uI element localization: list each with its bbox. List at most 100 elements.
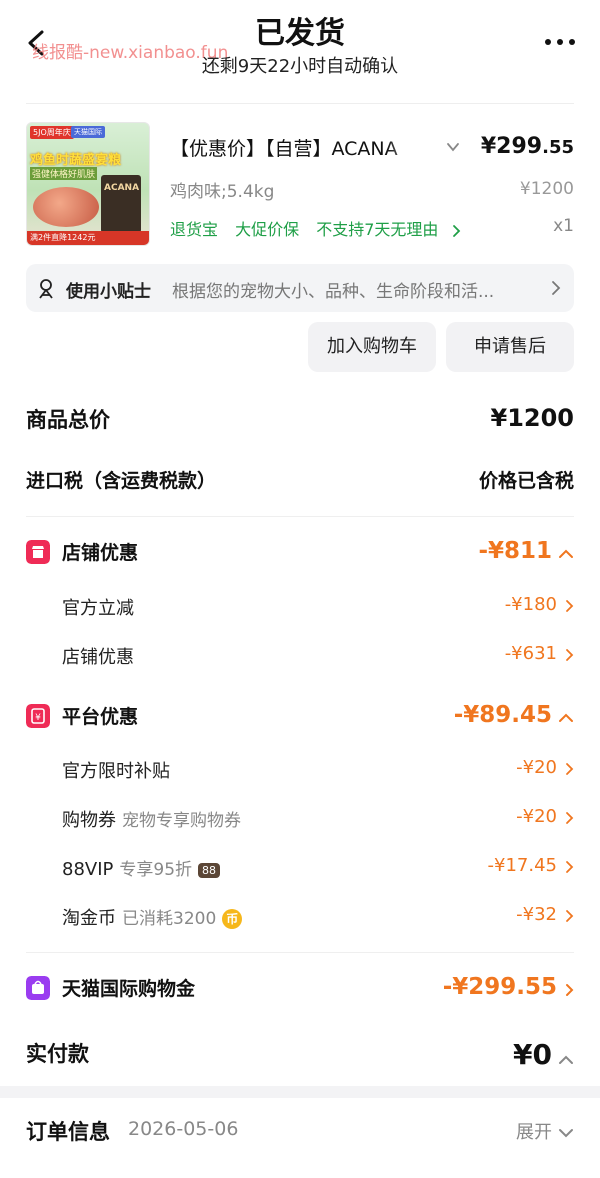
total-price-label: 商品总价 — [26, 408, 110, 432]
store-icon — [26, 540, 50, 564]
store-discount-label: 店铺优惠 — [62, 542, 139, 564]
discount-item-row[interactable]: 淘金币 已消耗3200 币 -¥32 — [26, 904, 574, 932]
thumb-tag: 天猫国际 — [71, 126, 105, 138]
more-icon[interactable] — [542, 32, 578, 52]
discount-item-value-wrap: -¥180 — [505, 594, 574, 615]
thumb-badge: 5JO周年庆 — [30, 126, 74, 139]
order-info-label: 订单信息 — [26, 1120, 110, 1144]
discount-item-value: -¥20 — [516, 757, 557, 778]
discount-item-label-wrap: 购物券 宠物专享购物券 — [26, 806, 241, 832]
service-price-protect: 大促价保 — [235, 220, 300, 239]
chevron-down-icon — [559, 1129, 573, 1138]
usage-tip-bar[interactable]: 使用小贴士 根据您的宠物大小、品种、生命阶段和活... — [26, 264, 574, 312]
divider — [26, 516, 574, 517]
discount-item-note: 专享95折 — [119, 860, 193, 880]
discount-item-value: -¥631 — [504, 643, 557, 664]
discount-item-label: 88VIP — [62, 859, 114, 880]
tmall-gold-row[interactable]: 天猫国际购物金 -¥299.55 — [26, 974, 574, 1006]
chevron-up-icon — [559, 1055, 573, 1064]
chevron-right-icon — [566, 909, 574, 922]
tip-text: 根据您的宠物大小、品种、生命阶段和活... — [172, 282, 495, 302]
discount-item-value-wrap: -¥32 — [516, 904, 574, 925]
chevron-right-icon — [552, 281, 561, 295]
after-sale-button[interactable]: 申请售后 — [446, 322, 574, 372]
chevron-right-icon — [566, 860, 574, 873]
product-thumbnail[interactable]: 5JO周年庆 天猫国际 鸡鱼时蔬盛宴粮 强健体格好肌肤 ACANA 满2件直降1… — [26, 122, 150, 246]
product-price: ¥299.55 — [481, 134, 574, 159]
page-title: 已发货 — [255, 16, 345, 51]
service-no-7day-return: 不支持7天无理由 — [316, 220, 439, 239]
thumb-brand: ACANA — [104, 183, 140, 193]
store-discount-value: -¥811 — [478, 538, 552, 564]
service-tags[interactable]: 退货宝 大促价保 不支持7天无理由 — [170, 216, 461, 240]
store-discount-value-wrap: -¥811 — [478, 538, 574, 564]
discount-item-row[interactable]: 购物券 宠物专享购物券 -¥20 — [26, 806, 574, 834]
expand-button[interactable]: 展开 — [516, 1118, 574, 1144]
discount-item-label: 店铺优惠 — [62, 647, 134, 668]
service-return-insurance: 退货宝 — [170, 220, 219, 239]
discount-item-value: -¥32 — [516, 904, 557, 925]
platform-discount-value: -¥89.45 — [453, 702, 552, 728]
original-price: ¥1200 — [519, 179, 574, 199]
order-info-row[interactable]: 订单信息 2026-05-06 展开 — [26, 1116, 574, 1150]
thumb-promo-sub: 强健体格好肌肤 — [30, 167, 98, 180]
discount-item-value: -¥180 — [504, 594, 557, 615]
shopping-bag-icon — [26, 976, 50, 1000]
tip-label: 使用小贴士 — [66, 282, 151, 302]
discount-item-value: -¥20 — [516, 806, 557, 827]
thumb-bottom-banner: 满2件直降1242元 — [27, 231, 149, 245]
paid-row[interactable]: 实付款 ¥0 — [26, 1038, 574, 1074]
discount-item-row[interactable]: 官方立减 -¥180 — [26, 594, 574, 622]
product-card[interactable]: 5JO周年庆 天猫国际 鸡鱼时蔬盛宴粮 强健体格好肌肤 ACANA 满2件直降1… — [26, 122, 574, 252]
chevron-right-icon — [453, 224, 461, 237]
discount-item-row[interactable]: 官方限时补贴 -¥20 — [26, 757, 574, 785]
expand-label: 展开 — [516, 1122, 552, 1143]
product-sku: 鸡肉味;5.4kg — [170, 182, 275, 202]
svg-text:¥: ¥ — [35, 713, 41, 723]
product-name-fade — [386, 134, 436, 160]
coin-icon: 币 — [222, 909, 243, 929]
platform-discount-row[interactable]: ¥ 平台优惠 -¥89.45 — [26, 702, 574, 734]
chevron-right-icon — [566, 811, 574, 824]
product-quantity: x1 — [553, 216, 574, 236]
discount-item-value-wrap: -¥20 — [516, 806, 574, 827]
tip-icon — [39, 279, 53, 299]
tax-row: 进口税（含运费税款） 价格已含税 — [26, 466, 574, 496]
tax-label: 进口税（含运费税款） — [26, 470, 217, 492]
vip88-badge: 88 — [198, 862, 221, 878]
total-price-row: 商品总价 ¥1200 — [26, 404, 574, 438]
paid-value-wrap: ¥0 — [513, 1038, 574, 1071]
tax-value: 价格已含税 — [478, 470, 574, 492]
chevron-right-icon — [566, 762, 574, 775]
add-to-cart-button[interactable]: 加入购物车 — [308, 322, 436, 372]
discount-item-row[interactable]: 88VIP 专享95折 88 -¥17.45 — [26, 855, 574, 883]
platform-discount-label: 平台优惠 — [62, 706, 139, 728]
paid-label: 实付款 — [26, 1042, 89, 1066]
chevron-right-icon — [566, 648, 574, 661]
thumb-promo-title: 鸡鱼时蔬盛宴粮 — [30, 153, 122, 168]
discount-item-label: 购物券 — [62, 810, 116, 831]
order-date: 2026-05-06 — [128, 1118, 239, 1140]
price-decimal: .55 — [542, 137, 574, 158]
total-price-value: ¥1200 — [490, 404, 575, 432]
chevron-up-icon — [559, 713, 573, 722]
store-discount-row[interactable]: 店铺优惠 -¥811 — [26, 538, 574, 570]
paid-value: ¥0 — [513, 1038, 552, 1071]
page-subtitle: 还剩9天22小时自动确认 — [201, 56, 399, 77]
section-gap — [0, 1086, 600, 1098]
discount-item-label: 官方立减 — [62, 598, 134, 619]
tmall-gold-value-wrap: -¥299.55 — [443, 974, 574, 1000]
thumb-food-image — [33, 187, 99, 227]
discount-item-label-wrap: 88VIP 专享95折 88 — [26, 855, 221, 880]
tmall-gold-label: 天猫国际购物金 — [62, 978, 196, 1000]
discount-item-label: 淘金币 — [62, 908, 116, 929]
discount-item-value-wrap: -¥20 — [516, 757, 574, 778]
platform-discount-value-wrap: -¥89.45 — [454, 702, 574, 728]
thumb-bag-image: ACANA — [101, 175, 141, 233]
chevron-down-icon[interactable] — [446, 140, 460, 154]
chevron-right-icon — [566, 983, 574, 996]
divider — [26, 952, 574, 953]
tmall-gold-value: -¥299.55 — [442, 974, 557, 1000]
header: 线报酷-new.xianbao.fun 已发货 还剩9天22小时自动确认 — [26, 0, 575, 104]
discount-item-row[interactable]: 店铺优惠 -¥631 — [26, 643, 574, 671]
